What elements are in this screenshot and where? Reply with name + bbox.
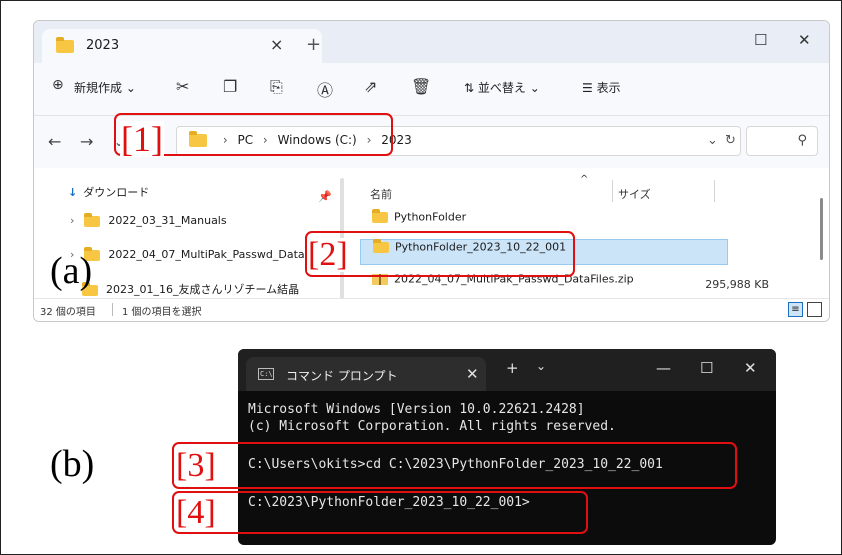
nav-item-label: 2022_03_31_Manuals [108, 214, 227, 227]
copy-icon[interactable]: ❐ [223, 77, 237, 96]
view-button[interactable]: ☰ 表示 [582, 79, 621, 96]
pin-icon[interactable]: 📌 [318, 190, 332, 203]
panel-label-a: (a) [50, 250, 93, 292]
tiles-view-icon[interactable] [807, 302, 822, 317]
rename-icon[interactable]: Ⓐ [317, 77, 333, 101]
cmd-new-tab-button[interactable]: + [506, 359, 519, 377]
cmd-tab-title: コマンド プロンプト [286, 369, 398, 383]
back-arrow-icon[interactable]: ← [48, 132, 61, 151]
explorer-tab-title: 2023 [86, 38, 120, 53]
panel-label-b: (b) [50, 443, 95, 485]
file-name: PythonFolder [394, 210, 467, 224]
cmd-tab-close-icon[interactable]: ✕ [466, 365, 479, 383]
add-circle-icon: ⊕ [52, 77, 64, 93]
folder-icon [372, 208, 388, 223]
nav-item-folder[interactable]: › 2022_04_07_MultiPak_Passwd_DataFiles [70, 246, 329, 261]
cut-icon[interactable]: ✂ [176, 77, 189, 96]
forward-arrow-icon[interactable]: → [80, 132, 93, 151]
folder-icon [56, 37, 74, 53]
share-icon[interactable]: ⇗ [364, 77, 377, 96]
search-input[interactable]: ⚲ [746, 126, 818, 156]
annotation-label-1: [1] [120, 119, 164, 159]
status-divider [112, 303, 113, 316]
column-header-size[interactable]: サイズ [618, 186, 651, 202]
chevron-right-icon[interactable]: › [70, 214, 74, 227]
terminal-line: Microsoft Windows [Version 10.0.22621.24… [248, 402, 585, 417]
annotation-label-2: [2] [307, 236, 349, 273]
sort-button[interactable]: ⇅ 並べ替え ⌄ [464, 79, 540, 96]
file-list-scrollbar[interactable] [820, 198, 823, 260]
folder-icon [84, 212, 101, 227]
refresh-icon[interactable]: ↻ [725, 133, 736, 148]
nav-item-label: 2023_01_16_友成さんリゾチーム結晶 [106, 283, 300, 296]
status-bar: 32 個の項目 1 個の項目を選択 ≡ [34, 298, 829, 321]
cmd-tab[interactable]: C:\ コマンド プロンプト ✕ [246, 357, 486, 391]
cmd-close-button[interactable]: ✕ [744, 359, 757, 377]
cmd-titlebar: C:\ コマンド プロンプト ✕ + ⌄ — ☐ ✕ [238, 349, 776, 391]
nav-item-label: 2022_04_07_MultiPak_Passwd_DataFiles [108, 248, 329, 261]
address-dropdown-icon[interactable]: ⌄ [707, 133, 718, 148]
column-divider[interactable] [612, 180, 613, 202]
maximize-button[interactable]: ☐ [754, 31, 767, 49]
selection-count: 1 個の項目を選択 [122, 307, 202, 318]
delete-icon[interactable]: 🗑 [411, 77, 431, 96]
column-header-name[interactable]: 名前 [370, 186, 392, 202]
file-size: 295,988 KB [705, 278, 769, 291]
nav-item-label: ダウンロード [83, 186, 150, 199]
nav-item-folder[interactable]: › 2022_03_31_Manuals [70, 212, 227, 227]
tab-close-icon[interactable]: × [270, 35, 283, 54]
explorer-titlebar: 2023 × + ☐ ✕ [34, 21, 829, 63]
nav-item-folder[interactable]: 2023_01_16_友成さんリゾチーム結晶 [82, 281, 299, 297]
terminal-line: (c) Microsoft Corporation. All rights re… [248, 419, 616, 434]
nav-item-downloads[interactable]: ↓ ダウンロード [68, 184, 149, 200]
explorer-tab[interactable]: 2023 × [42, 29, 322, 63]
item-count: 32 個の項目 [40, 307, 96, 318]
cmd-minimize-button[interactable]: — [656, 359, 671, 377]
search-icon: ⚲ [797, 133, 807, 148]
new-tab-button[interactable]: + [306, 34, 321, 55]
paste-icon[interactable]: ⎘ [270, 77, 283, 97]
cmd-dropdown-icon[interactable]: ⌄ [536, 359, 546, 373]
annotation-box-4 [172, 491, 588, 534]
explorer-toolbar: ⊕ 新規作成 ⌄ ✂ ❐ ⎘ Ⓐ ⇗ 🗑 ⇅ 並べ替え ⌄ ☰ 表示 [34, 63, 829, 116]
sort-ascending-icon: ^ [580, 174, 589, 185]
annotation-label-3: [3] [175, 447, 217, 484]
cmd-maximize-button[interactable]: ☐ [700, 359, 713, 377]
annotation-box-3 [172, 442, 737, 489]
download-icon: ↓ [68, 186, 78, 199]
close-window-button[interactable]: ✕ [798, 31, 811, 49]
annotation-label-4: [4] [175, 494, 217, 531]
details-view-icon[interactable]: ≡ [788, 302, 803, 317]
terminal-icon: C:\ [258, 368, 274, 380]
column-divider[interactable] [714, 180, 715, 202]
new-button[interactable]: 新規作成 ⌄ [74, 79, 136, 96]
